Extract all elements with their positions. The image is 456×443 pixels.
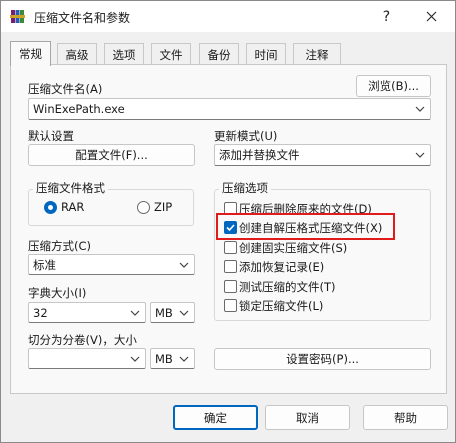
browse-button[interactable]: 浏览(B)... [356, 75, 431, 97]
dictionary-size-select[interactable]: 32 [28, 302, 146, 323]
archive-name-value: WinExePath.exe [33, 102, 125, 116]
lock-archive-checkbox[interactable] [224, 299, 237, 312]
split-volumes-label: 切分为分卷(V)，大小 [28, 333, 137, 347]
dictionary-size-label: 字典大小(I) [28, 286, 87, 300]
solid-archive-label: 创建固实压缩文件(S) [239, 241, 348, 255]
archive-format-label: 压缩文件格式 [33, 180, 108, 196]
ok-button[interactable]: 确定 [173, 405, 258, 430]
dictionary-unit-value: MB [155, 305, 173, 320]
update-mode-select[interactable]: 添加并替换文件 [214, 144, 431, 166]
set-password-button[interactable]: 设置密码(P)... [214, 348, 431, 370]
split-volumes-combobox[interactable] [28, 348, 146, 369]
update-mode-value: 添加并替换文件 [219, 148, 300, 162]
test-archived-files-checkbox[interactable] [224, 280, 237, 293]
compression-method-value: 标准 [33, 257, 56, 272]
winrar-app-icon [10, 10, 25, 23]
zip-radio[interactable] [137, 201, 150, 214]
chevron-down-icon [415, 106, 425, 112]
title-bar: 压缩文件名和参数 ? [1, 1, 455, 32]
tab-backup[interactable]: 备份 [199, 43, 239, 65]
cancel-button[interactable]: 取消 [265, 405, 350, 430]
split-volumes-unit-value: MB [155, 351, 173, 366]
highlight-annotation-box [216, 213, 395, 240]
compression-method-label: 压缩方式(C) [28, 239, 92, 253]
tab-files[interactable]: 文件 [151, 43, 191, 65]
lock-archive-label: 锁定压缩文件(L) [239, 299, 324, 313]
close-icon [426, 11, 437, 22]
window-title: 压缩文件名和参数 [34, 11, 131, 25]
tab-comment[interactable]: 注释 [293, 43, 341, 65]
solid-archive-checkbox[interactable] [224, 241, 237, 254]
split-volumes-unit-select[interactable]: MB [150, 348, 195, 369]
zip-radio-label: ZIP [154, 200, 173, 214]
archive-name-combobox[interactable]: WinExePath.exe [28, 98, 431, 120]
update-mode-label: 更新模式(U) [214, 129, 278, 143]
recovery-record-label: 添加恢复记录(E) [239, 260, 325, 274]
chevron-down-icon [179, 262, 189, 268]
dialog-window: 压缩文件名和参数 ? 常规 高级 选项 文件 备份 时间 注释 压缩文件名(A)… [0, 0, 456, 443]
test-archived-files-label: 测试压缩的文件(T) [239, 280, 336, 294]
rar-radio[interactable] [44, 201, 57, 214]
tab-advanced[interactable]: 高级 [57, 43, 97, 65]
default-settings-label: 默认设置 [28, 129, 74, 143]
help-button[interactable]: 帮助 [363, 405, 448, 430]
help-title-button[interactable]: ? [364, 1, 409, 32]
chevron-down-icon [179, 356, 189, 362]
archiving-options-label: 压缩选项 [219, 180, 271, 196]
close-button[interactable] [409, 1, 454, 32]
tab-time[interactable]: 时间 [246, 43, 286, 65]
tab-general[interactable]: 常规 [10, 41, 51, 66]
dictionary-unit-select[interactable]: MB [150, 302, 195, 323]
tab-options[interactable]: 选项 [104, 43, 144, 65]
chevron-down-icon [130, 356, 140, 362]
rar-radio-label: RAR [61, 200, 85, 214]
archive-name-label: 压缩文件名(A) [28, 82, 103, 96]
profiles-button[interactable]: 配置文件(F)... [28, 144, 195, 166]
chevron-down-icon [179, 310, 189, 316]
compression-method-select[interactable]: 标准 [28, 254, 195, 275]
dictionary-size-value: 32 [33, 305, 48, 320]
recovery-record-checkbox[interactable] [224, 260, 237, 273]
chevron-down-icon [130, 310, 140, 316]
chevron-down-icon [415, 152, 425, 158]
